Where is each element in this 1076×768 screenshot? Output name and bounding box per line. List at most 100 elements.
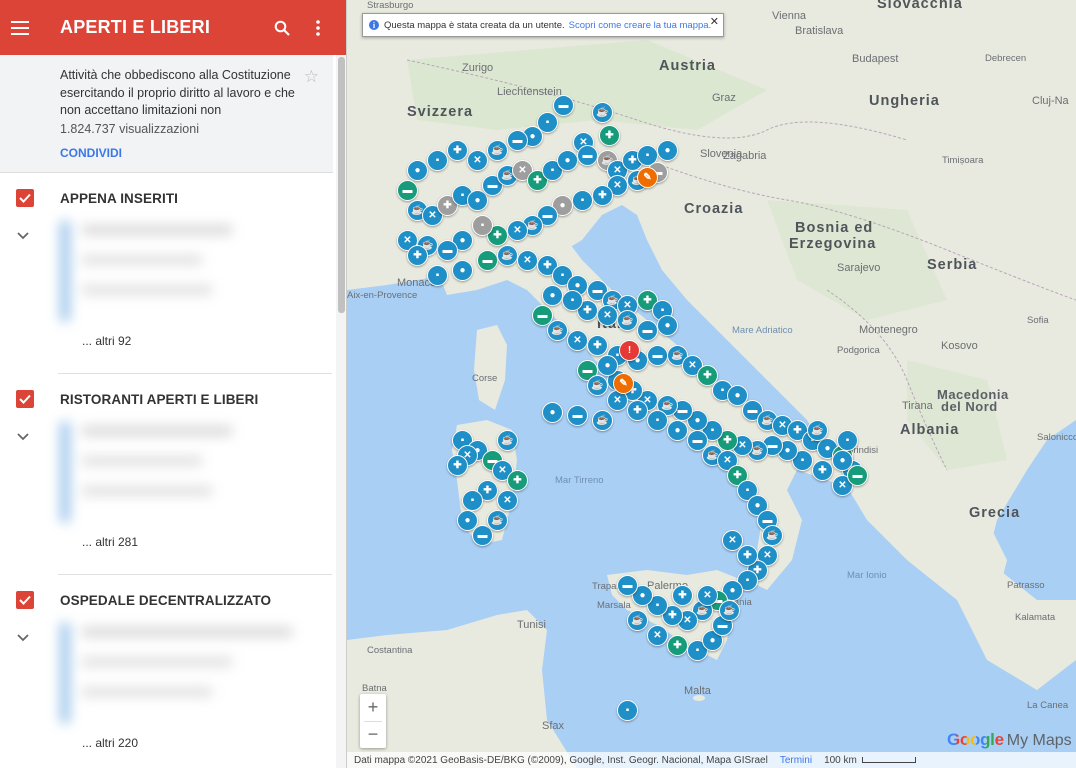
map-marker[interactable]: ✚ <box>672 585 693 606</box>
chevron-down-icon[interactable] <box>17 428 29 446</box>
map-marker[interactable]: ▬ <box>437 240 458 261</box>
map-marker[interactable]: ✚ <box>812 460 833 481</box>
map-marker[interactable]: ✎ <box>637 167 658 188</box>
menu-icon[interactable] <box>2 10 38 46</box>
map-marker[interactable]: ✚ <box>407 245 428 266</box>
google-my-maps-logo: Google My Maps <box>947 730 1072 750</box>
map-marker[interactable]: ▪ <box>562 290 583 311</box>
layer-name: RISTORANTI APERTI E LIBERI <box>60 392 259 407</box>
map-marker[interactable]: ☕ <box>497 245 518 266</box>
map-marker[interactable]: ✕ <box>647 625 668 646</box>
map-marker[interactable]: ● <box>542 402 563 423</box>
divider <box>58 373 332 374</box>
share-button[interactable]: CONDIVIDI <box>60 146 122 160</box>
map-marker[interactable]: ☕ <box>617 310 638 331</box>
chevron-down-icon[interactable] <box>17 227 29 245</box>
map-label: Mar Ionio <box>847 570 887 581</box>
map-marker[interactable]: ✕ <box>467 150 488 171</box>
map-marker[interactable]: ☕ <box>487 140 508 161</box>
attribution-text: Dati mappa ©2021 GeoBasis-DE/BKG (©2009)… <box>354 754 768 766</box>
map-footer: Dati mappa ©2021 GeoBasis-DE/BKG (©2009)… <box>347 752 1076 768</box>
more-items-count[interactable]: ... altri 220 <box>82 736 138 750</box>
map-marker[interactable]: ▪ <box>572 190 593 211</box>
map-marker[interactable]: ✕ <box>597 305 618 326</box>
close-icon[interactable]: ✕ <box>710 15 719 28</box>
map-marker[interactable]: ✕ <box>517 250 538 271</box>
map-marker[interactable]: ▪ <box>427 265 448 286</box>
notice-link[interactable]: Scopri come creare la tua mappa. <box>569 20 712 31</box>
map-marker[interactable]: ▬ <box>397 180 418 201</box>
layer-checkbox[interactable] <box>16 189 34 207</box>
map-marker[interactable]: ✚ <box>737 545 758 566</box>
chevron-down-icon[interactable] <box>17 629 29 647</box>
map-marker[interactable]: ▪ <box>647 410 668 431</box>
map-marker[interactable]: ● <box>667 420 688 441</box>
sidebar-scrollbar[interactable] <box>336 55 346 768</box>
map-marker[interactable]: ✚ <box>667 635 688 656</box>
map-marker[interactable]: ✚ <box>587 335 608 356</box>
map-marker[interactable]: ✚ <box>627 400 648 421</box>
map-marker[interactable]: ▪ <box>472 215 493 236</box>
map-marker[interactable]: ▬ <box>553 95 574 116</box>
map-marker[interactable]: ☕ <box>487 510 508 531</box>
map-marker[interactable]: ▪ <box>462 490 483 511</box>
map-marker[interactable]: ▬ <box>507 130 528 151</box>
map-marker[interactable]: ▬ <box>637 320 658 341</box>
map-canvas[interactable]: Slovacchia Vienna Bratislava Strasburgo Zuri… <box>347 0 1076 768</box>
map-marker[interactable]: ● <box>452 260 473 281</box>
map-marker[interactable]: ▬ <box>617 575 638 596</box>
map-marker[interactable]: ▬ <box>647 345 668 366</box>
map-marker[interactable]: ● <box>657 140 678 161</box>
star-icon[interactable]: ☆ <box>304 67 319 87</box>
notice-text: Questa mappa è stata creata da un utente… <box>384 19 565 31</box>
map-marker[interactable]: ✚ <box>599 125 620 146</box>
zoom-out-button[interactable]: − <box>360 721 386 748</box>
sidebar-panel: APERTI E LIBERI Attività che obbediscono… <box>0 0 347 768</box>
map-marker[interactable]: ✕ <box>567 330 588 351</box>
map-marker[interactable]: ● <box>657 315 678 336</box>
map-marker[interactable]: ✕ <box>497 490 518 511</box>
map-marker[interactable]: ✚ <box>592 185 613 206</box>
layer-name: APPENA INSERITI <box>60 191 179 206</box>
layer-checkbox[interactable] <box>16 390 34 408</box>
map-title: APERTI E LIBERI <box>60 17 211 37</box>
map-marker[interactable]: ● <box>557 150 578 171</box>
map-label: Sarajevo <box>837 262 881 274</box>
more-vert-icon[interactable] <box>300 10 336 46</box>
map-marker[interactable]: ! <box>619 340 640 361</box>
map-marker[interactable]: ✕ <box>697 585 718 606</box>
map-marker[interactable]: ☕ <box>807 420 828 441</box>
map-marker[interactable]: ☕ <box>719 600 740 621</box>
map-marker[interactable]: ▬ <box>567 405 588 426</box>
map-marker[interactable]: ☕ <box>592 102 613 123</box>
map-marker[interactable]: ☕ <box>547 320 568 341</box>
map-marker[interactable]: ● <box>542 285 563 306</box>
map-marker[interactable]: ▬ <box>577 145 598 166</box>
map-marker[interactable]: ☕ <box>627 610 648 631</box>
map-marker[interactable]: ✚ <box>447 455 468 476</box>
map-marker[interactable]: ☕ <box>587 375 608 396</box>
map-marker[interactable]: ✚ <box>447 140 468 161</box>
more-items-count[interactable]: ... altri 281 <box>82 535 138 549</box>
search-icon[interactable] <box>264 10 300 46</box>
map-marker[interactable]: ▪ <box>617 700 638 721</box>
map-marker[interactable]: ▬ <box>477 250 498 271</box>
map-marker[interactable]: ✎ <box>613 373 634 394</box>
map-marker[interactable]: ▬ <box>847 465 868 486</box>
zoom-in-button[interactable]: + <box>360 694 386 721</box>
more-items-count[interactable]: ... altri 92 <box>82 334 131 348</box>
map-marker[interactable]: ☕ <box>592 410 613 431</box>
divider <box>58 574 332 575</box>
layer-checkbox[interactable] <box>16 591 34 609</box>
map-label: Slovacchia <box>877 0 963 12</box>
map-marker[interactable]: ▪ <box>837 430 858 451</box>
terms-link[interactable]: Termini <box>780 755 812 766</box>
map-marker[interactable]: ☕ <box>762 525 783 546</box>
map-marker[interactable]: ✚ <box>507 470 528 491</box>
map-marker[interactable]: ● <box>597 355 618 376</box>
map-marker[interactable]: ▪ <box>427 150 448 171</box>
map-marker[interactable]: ☕ <box>497 430 518 451</box>
map-label: Zagabria <box>723 150 767 162</box>
map-marker[interactable]: ✕ <box>507 220 528 241</box>
map-marker[interactable]: ● <box>407 160 428 181</box>
